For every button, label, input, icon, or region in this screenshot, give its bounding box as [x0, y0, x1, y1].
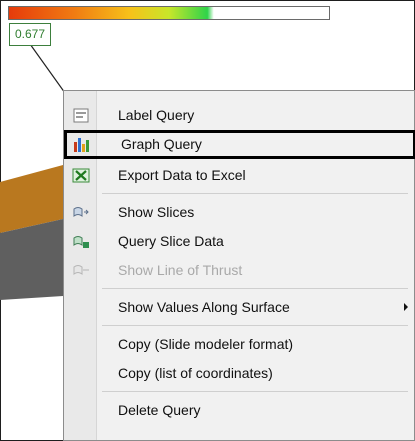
menu-item-label: Label Query	[118, 107, 195, 123]
menu-item-show-values-surface[interactable]: Show Values Along Surface	[64, 293, 415, 322]
menu-item-copy-coordinates[interactable]: Copy (list of coordinates)	[64, 359, 415, 388]
submenu-arrow-icon	[404, 303, 408, 311]
menu-item-label: Graph Query	[121, 136, 202, 152]
menu-item-delete-query[interactable]: Delete Query	[64, 396, 415, 425]
menu-item-label-query[interactable]: Label Query	[64, 101, 415, 130]
menu-item-label: Copy (Slide modeler format)	[118, 336, 294, 352]
slice-data-icon	[73, 236, 89, 248]
menu-item-label: Export Data to Excel	[118, 167, 246, 183]
menu-separator	[102, 288, 408, 289]
menu-item-line-of-thrust: Show Line of Thrust	[64, 256, 415, 285]
menu-item-query-slice-data[interactable]: Query Slice Data	[64, 227, 415, 256]
menu-item-label: Show Slices	[118, 204, 195, 220]
excel-export-icon	[72, 168, 90, 183]
label-query-icon	[73, 108, 89, 123]
context-menu: Label Query Graph Query Export Data to E…	[63, 90, 415, 441]
color-legend-bar	[8, 6, 330, 20]
line-of-thrust-icon	[73, 265, 89, 275]
menu-item-copy-slide-format[interactable]: Copy (Slide modeler format)	[64, 330, 415, 359]
menu-item-label: Copy (list of coordinates)	[118, 365, 273, 381]
menu-item-label: Query Slice Data	[118, 233, 224, 249]
graph-query-icon	[74, 138, 89, 152]
menu-item-show-slices[interactable]: Show Slices	[64, 198, 415, 227]
menu-item-graph-query[interactable]: Graph Query	[64, 130, 415, 159]
menu-separator	[102, 193, 408, 194]
menu-item-export-excel[interactable]: Export Data to Excel	[64, 161, 415, 190]
slices-icon	[73, 207, 89, 217]
menu-item-label: Delete Query	[118, 402, 201, 418]
menu-separator	[102, 391, 408, 392]
menu-separator	[102, 325, 408, 326]
menu-item-label: Show Values Along Surface	[118, 299, 290, 315]
menu-item-label: Show Line of Thrust	[118, 262, 243, 278]
query-value-label[interactable]: 0.677	[9, 23, 51, 46]
gray-soil-layer	[0, 219, 63, 300]
